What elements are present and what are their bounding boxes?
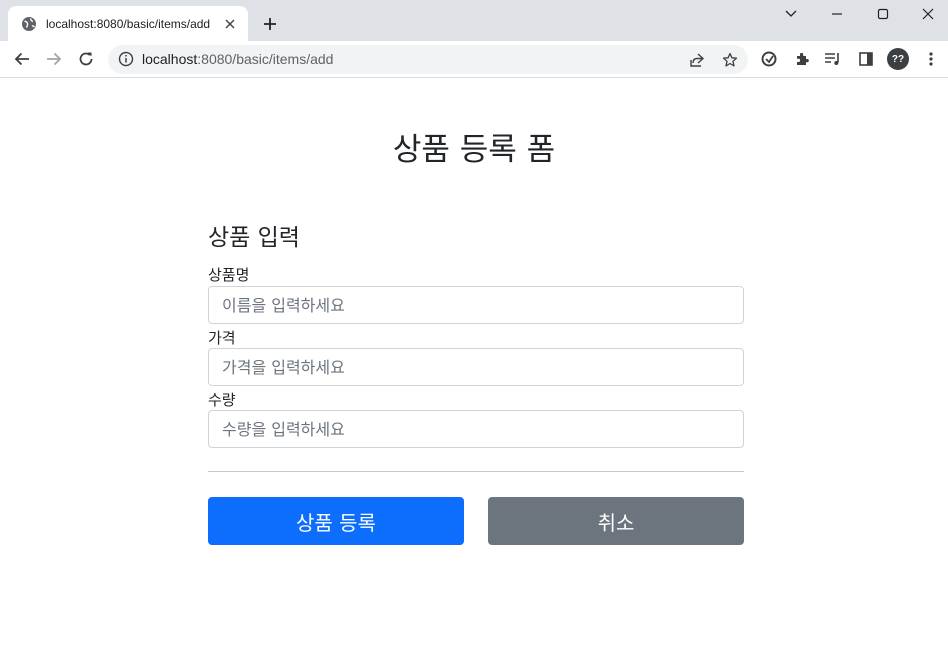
globe-icon bbox=[21, 16, 37, 32]
extension-sync-icon[interactable] bbox=[756, 46, 782, 72]
minimize-icon[interactable] bbox=[814, 0, 860, 28]
quantity-input[interactable] bbox=[208, 410, 744, 448]
form-divider bbox=[208, 471, 744, 472]
item-name-input[interactable] bbox=[208, 286, 744, 324]
site-info-icon[interactable] bbox=[118, 51, 134, 67]
more-menu-icon[interactable] bbox=[918, 46, 944, 72]
url-host: localhost bbox=[142, 51, 198, 67]
cancel-button[interactable]: 취소 bbox=[488, 497, 744, 545]
url-text[interactable]: localhost:8080/basic/items/add bbox=[142, 45, 333, 74]
price-input[interactable] bbox=[208, 348, 744, 386]
side-panel-icon[interactable] bbox=[853, 46, 879, 72]
page-title: 상품 등록 폼 bbox=[392, 132, 556, 168]
browser-tabstrip: localhost:8080/basic/items/add bbox=[0, 0, 948, 41]
new-tab-icon[interactable] bbox=[258, 12, 282, 36]
section-title: 상품 입력 bbox=[208, 225, 300, 251]
back-icon[interactable] bbox=[9, 46, 35, 72]
reload-icon[interactable] bbox=[73, 46, 99, 72]
media-control-icon[interactable] bbox=[820, 46, 846, 72]
extensions-puzzle-icon[interactable] bbox=[789, 46, 815, 72]
profile-avatar[interactable]: ?? bbox=[887, 48, 909, 70]
price-label: 가격 bbox=[208, 329, 236, 347]
url-path: :8080/basic/items/add bbox=[197, 51, 334, 67]
page-content: 상품 등록 폼 상품 입력 상품명 가격 수량 상품 등록 취소 bbox=[0, 78, 948, 655]
close-tab-icon[interactable] bbox=[222, 16, 238, 32]
maximize-icon[interactable] bbox=[860, 0, 906, 28]
close-window-icon[interactable] bbox=[905, 0, 948, 28]
share-icon[interactable] bbox=[688, 51, 706, 69]
browser-tab[interactable]: localhost:8080/basic/items/add bbox=[8, 6, 248, 41]
forward-icon[interactable] bbox=[41, 46, 67, 72]
tab-title: localhost:8080/basic/items/add bbox=[46, 16, 211, 31]
browser-toolbar: localhost:8080/basic/items/add ?? bbox=[0, 41, 948, 78]
quantity-label: 수량 bbox=[208, 391, 236, 409]
tab-search-icon[interactable] bbox=[768, 0, 814, 28]
submit-button[interactable]: 상품 등록 bbox=[208, 497, 464, 545]
item-name-label: 상품명 bbox=[208, 266, 250, 284]
address-bar[interactable]: localhost:8080/basic/items/add bbox=[108, 45, 748, 74]
bookmark-star-icon[interactable] bbox=[721, 51, 739, 69]
